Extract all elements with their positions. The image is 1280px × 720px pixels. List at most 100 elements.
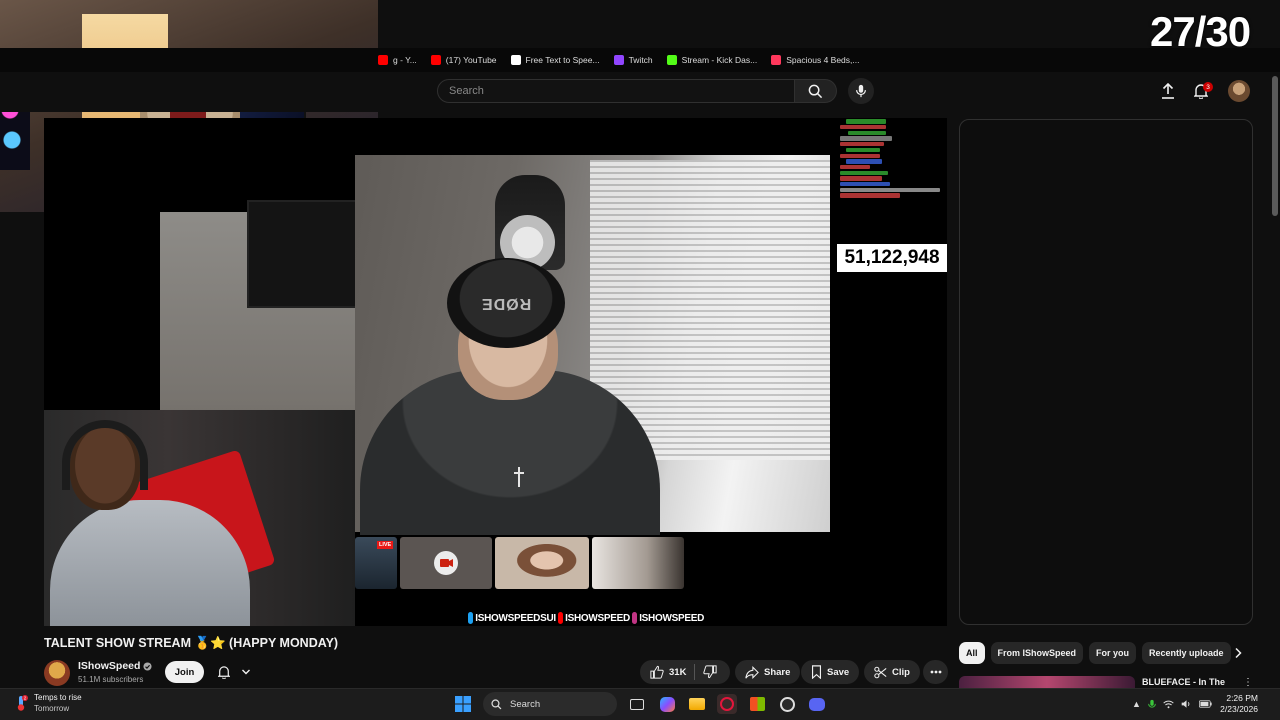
next-video-thumbnail[interactable] [959, 676, 1135, 688]
youtube-icon [430, 55, 441, 65]
voice-search-button[interactable] [848, 78, 874, 104]
instagram-icon [631, 612, 638, 624]
subscribe-notifications-button[interactable] [212, 661, 256, 683]
share-label: Share [764, 666, 791, 678]
thumbs-up-icon[interactable] [650, 665, 664, 679]
chat-line [840, 153, 880, 158]
stream-counter: 27/30 [1150, 8, 1251, 55]
task-view-icon[interactable] [627, 694, 647, 714]
chat-line [840, 170, 888, 175]
twitter-handle: ISHOWSPEEDSUI [475, 612, 556, 624]
next-video-menu-icon[interactable]: ⋮ [1243, 677, 1253, 688]
chat-overlay [840, 118, 947, 228]
volume-icon[interactable] [1181, 699, 1192, 709]
bookmark-item[interactable]: g - Y... [378, 55, 417, 65]
twitch-icon [613, 55, 624, 65]
socials-banner: ISHOWSPEEDSUI ISHOWSPEED ISHOWSPEED [468, 610, 704, 626]
chat-line [846, 147, 880, 153]
search-button[interactable] [795, 79, 837, 103]
chat-line [840, 164, 870, 170]
chevron-right-icon[interactable] [1231, 646, 1245, 660]
chip-recently-uploaded[interactable]: Recently uploade [1142, 642, 1231, 664]
file-explorer-icon[interactable] [687, 694, 707, 714]
notification-badge: 3 [1203, 82, 1213, 92]
guest-thumbnail [495, 537, 589, 589]
wifi-icon[interactable] [1163, 700, 1174, 709]
chat-line [846, 119, 886, 124]
video-title: TALENT SHOW STREAM 🥇⭐ (HAPPY MONDAY) [44, 636, 339, 650]
copilot-icon[interactable] [657, 694, 677, 714]
clip-label: Clip [892, 666, 910, 678]
chevron-down-icon [241, 669, 250, 675]
channel-avatar[interactable] [44, 660, 70, 686]
bookmark-label: Free Text to Spee... [525, 55, 600, 65]
chip-from-channel[interactable]: From IShowSpeed [990, 642, 1084, 664]
bookmark-label: g - Y... [393, 55, 417, 65]
airbnb-icon [771, 55, 782, 65]
next-video-title[interactable]: BLUEFACE - In The [1142, 677, 1225, 687]
windows-start-button[interactable] [453, 694, 473, 714]
live-chat-panel [959, 119, 1253, 625]
bookmark-item[interactable]: Stream - Kick Das... [666, 55, 758, 65]
bookmark-label: Twitch [628, 55, 653, 65]
chat-line [840, 181, 890, 187]
thumbs-down-icon[interactable] [703, 665, 718, 679]
verified-icon [143, 661, 152, 671]
create-button[interactable] [1158, 81, 1178, 101]
search-input[interactable]: Search [437, 79, 795, 103]
chat-line [840, 125, 886, 130]
bookmark-item[interactable]: Free Text to Spee... [510, 55, 600, 65]
search-icon [491, 698, 502, 709]
rode-logo-text: RØDE [480, 295, 532, 312]
taskbar-search[interactable]: Search [483, 692, 617, 716]
kick-icon [666, 55, 677, 65]
share-button[interactable]: Share [735, 660, 801, 684]
chat-line [840, 142, 884, 147]
more-actions-button[interactable] [923, 660, 948, 684]
bookmark-item[interactable]: Spacious 4 Beds,... [771, 55, 859, 65]
microsoft-store-icon[interactable] [747, 694, 767, 714]
bookmark-label: Stream - Kick Das... [681, 55, 758, 65]
chip-for-you[interactable]: For you [1089, 642, 1137, 664]
account-avatar[interactable] [1228, 80, 1250, 102]
more-horizontal-icon [930, 670, 941, 674]
channel-name: IShowSpeed [78, 660, 141, 672]
upload-icon [1162, 83, 1174, 99]
chat-line [840, 193, 900, 198]
scissors-icon [874, 666, 887, 678]
weather-thermometer-icon[interactable]: 2 [12, 694, 30, 712]
chat-line [840, 176, 882, 181]
bookmark-label: Spacious 4 Beds,... [786, 55, 860, 65]
cross-pendant-icon [514, 467, 524, 487]
weather-subtitle: Tomorrow [34, 704, 70, 713]
channel-name-link[interactable]: IShowSpeed [78, 660, 152, 672]
discord-icon[interactable] [807, 694, 827, 714]
youtube-handle: ISHOWSPEED [565, 612, 630, 624]
youtube-icon [378, 55, 388, 65]
page-scrollbar[interactable] [1272, 76, 1278, 216]
system-tray: ▲ [1132, 694, 1212, 714]
obs-icon[interactable] [777, 694, 797, 714]
clip-button[interactable]: Clip [864, 660, 920, 684]
chat-line [846, 159, 882, 164]
weather-title[interactable]: Temps to rise [34, 693, 82, 702]
save-button[interactable]: Save [801, 660, 860, 684]
like-count[interactable]: 31K [669, 667, 686, 678]
bookmark-item[interactable]: (17) YouTube [430, 55, 497, 65]
taskbar-clock[interactable]: 2:26 PM 2/23/2026 [1208, 693, 1258, 715]
subscriber-count: 51.1M subscribers [78, 675, 144, 684]
divider [694, 664, 696, 680]
taskbar-apps: Search [453, 692, 827, 716]
guest-thumbnail: LIVE [355, 537, 397, 589]
join-button[interactable]: Join [165, 661, 204, 683]
save-label: Save [827, 666, 850, 678]
microphone-icon [856, 84, 866, 98]
bookmark-item[interactable]: Twitch [613, 55, 653, 65]
clock-time: 2:26 PM [1226, 693, 1258, 703]
chip-all[interactable]: All [959, 642, 985, 664]
chevron-up-icon[interactable]: ▲ [1132, 699, 1141, 709]
chat-line [840, 187, 940, 192]
opera-gx-icon[interactable] [717, 694, 737, 714]
bookmarks-bar: g - Y... (17) YouTube Free Text to Spee.… [0, 48, 1280, 72]
microphone-icon[interactable] [1148, 699, 1156, 710]
